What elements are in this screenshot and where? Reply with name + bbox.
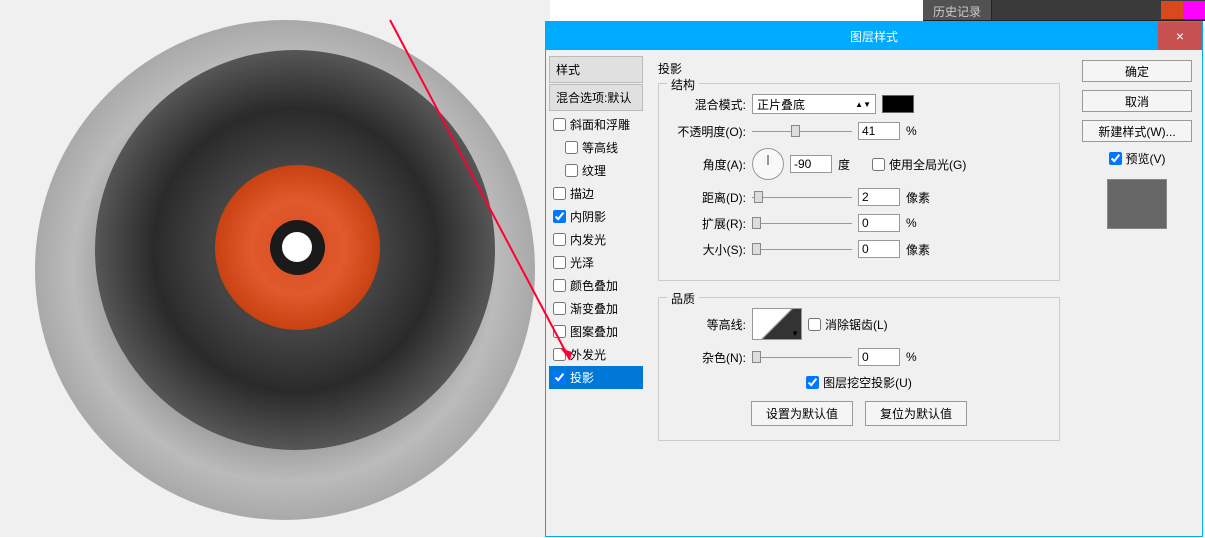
style-checkbox[interactable] [553, 187, 566, 200]
dialog-title: 图层样式 [850, 28, 898, 45]
noise-label: 杂色(N): [671, 349, 746, 366]
style-checkbox[interactable] [565, 164, 578, 177]
layer-style-dialog: 图层样式 × 样式 混合选项:默认 斜面和浮雕等高线纹理描边内阴影内发光光泽颜色… [545, 21, 1203, 537]
ok-button[interactable]: 确定 [1082, 60, 1192, 82]
style-item-9[interactable]: 图案叠加 [549, 320, 643, 343]
size-unit: 像素 [906, 241, 934, 258]
chevron-updown-icon: ▲▼ [855, 100, 871, 109]
swatch-magenta[interactable] [1183, 1, 1205, 19]
style-label: 等高线 [582, 139, 618, 156]
style-label: 内发光 [570, 231, 606, 248]
style-item-8[interactable]: 渐变叠加 [549, 297, 643, 320]
vinyl-spindle [282, 232, 312, 262]
size-label: 大小(S): [671, 241, 746, 258]
angle-unit: 度 [838, 156, 866, 173]
section-title: 投影 [658, 60, 1060, 77]
chevron-down-icon: ▼ [791, 329, 799, 338]
styles-list: 样式 混合选项:默认 斜面和浮雕等高线纹理描边内阴影内发光光泽颜色叠加渐变叠加图… [546, 50, 646, 538]
canvas-background [0, 0, 550, 537]
style-label: 图案叠加 [570, 323, 618, 340]
size-slider[interactable] [752, 242, 852, 256]
contour-label: 等高线: [671, 316, 746, 333]
style-checkbox[interactable] [553, 348, 566, 361]
styles-header[interactable]: 样式 [549, 56, 643, 83]
noise-unit: % [906, 350, 934, 364]
opacity-label: 不透明度(O): [671, 123, 746, 140]
style-item-2[interactable]: 纹理 [549, 159, 643, 182]
style-label: 纹理 [582, 162, 606, 179]
reset-default-button[interactable]: 复位为默认值 [865, 401, 967, 426]
right-panel: 确定 取消 新建样式(W)... 预览(V) [1072, 50, 1202, 538]
quality-legend: 品质 [667, 290, 699, 307]
distance-input[interactable] [858, 188, 900, 206]
blend-options-header[interactable]: 混合选项:默认 [549, 84, 643, 111]
style-checkbox[interactable] [553, 325, 566, 338]
contour-picker[interactable]: ▼ [752, 308, 802, 340]
history-tab[interactable]: 历史记录 [923, 0, 992, 20]
blend-mode-value: 正片叠底 [757, 96, 805, 113]
spread-unit: % [906, 216, 934, 230]
antialias-checkbox[interactable]: 消除锯齿(L) [808, 316, 888, 333]
close-button[interactable]: × [1158, 22, 1202, 50]
structure-fieldset: 结构 混合模式: 正片叠底 ▲▼ 不透明度(O): % 角度(A): [658, 83, 1060, 281]
noise-slider[interactable] [752, 350, 852, 364]
style-label: 光泽 [570, 254, 594, 271]
style-label: 斜面和浮雕 [570, 116, 630, 133]
preview-checkbox[interactable]: 预览(V) [1082, 150, 1192, 167]
noise-input[interactable] [858, 348, 900, 366]
shadow-color-swatch[interactable] [882, 95, 914, 113]
spread-input[interactable] [858, 214, 900, 232]
distance-label: 距离(D): [671, 189, 746, 206]
spread-slider[interactable] [752, 216, 852, 230]
angle-input[interactable] [790, 155, 832, 173]
quality-fieldset: 品质 等高线: ▼ 消除锯齿(L) 杂色(N): % [658, 297, 1060, 441]
style-item-1[interactable]: 等高线 [549, 136, 643, 159]
opacity-unit: % [906, 124, 934, 138]
dialog-titlebar[interactable]: 图层样式 × [546, 22, 1202, 50]
style-item-0[interactable]: 斜面和浮雕 [549, 113, 643, 136]
style-label: 内阴影 [570, 208, 606, 225]
preview-thumbnail [1107, 179, 1167, 229]
new-style-button[interactable]: 新建样式(W)... [1082, 120, 1192, 142]
global-light-checkbox[interactable]: 使用全局光(G) [872, 156, 966, 173]
style-label: 渐变叠加 [570, 300, 618, 317]
top-toolbar: 历史记录 [923, 0, 1205, 21]
style-item-10[interactable]: 外发光 [549, 343, 643, 366]
style-checkbox[interactable] [553, 118, 566, 131]
blend-mode-label: 混合模式: [671, 96, 746, 113]
cancel-button[interactable]: 取消 [1082, 90, 1192, 112]
style-label: 颜色叠加 [570, 277, 618, 294]
distance-unit: 像素 [906, 189, 934, 206]
style-checkbox[interactable] [553, 210, 566, 223]
style-label: 外发光 [570, 346, 606, 363]
settings-panel: 投影 结构 混合模式: 正片叠底 ▲▼ 不透明度(O): % [646, 50, 1072, 538]
opacity-slider[interactable] [752, 124, 852, 138]
angle-label: 角度(A): [671, 156, 746, 173]
style-item-3[interactable]: 描边 [549, 182, 643, 205]
style-checkbox[interactable] [553, 256, 566, 269]
style-checkbox[interactable] [553, 233, 566, 246]
style-checkbox[interactable] [553, 279, 566, 292]
style-checkbox[interactable] [553, 302, 566, 315]
blend-mode-select[interactable]: 正片叠底 ▲▼ [752, 94, 876, 114]
opacity-input[interactable] [858, 122, 900, 140]
style-checkbox[interactable] [553, 371, 566, 384]
structure-legend: 结构 [667, 76, 699, 93]
style-item-4[interactable]: 内阴影 [549, 205, 643, 228]
spread-label: 扩展(R): [671, 215, 746, 232]
style-item-7[interactable]: 颜色叠加 [549, 274, 643, 297]
style-item-6[interactable]: 光泽 [549, 251, 643, 274]
style-item-5[interactable]: 内发光 [549, 228, 643, 251]
style-item-11[interactable]: 投影 [549, 366, 643, 389]
knockout-checkbox[interactable]: 图层挖空投影(U) [806, 374, 912, 391]
distance-slider[interactable] [752, 190, 852, 204]
style-checkbox[interactable] [565, 141, 578, 154]
style-label: 投影 [570, 369, 594, 386]
size-input[interactable] [858, 240, 900, 258]
swatch-orange[interactable] [1161, 1, 1183, 19]
set-default-button[interactable]: 设置为默认值 [751, 401, 853, 426]
style-label: 描边 [570, 185, 594, 202]
angle-dial[interactable] [752, 148, 784, 180]
